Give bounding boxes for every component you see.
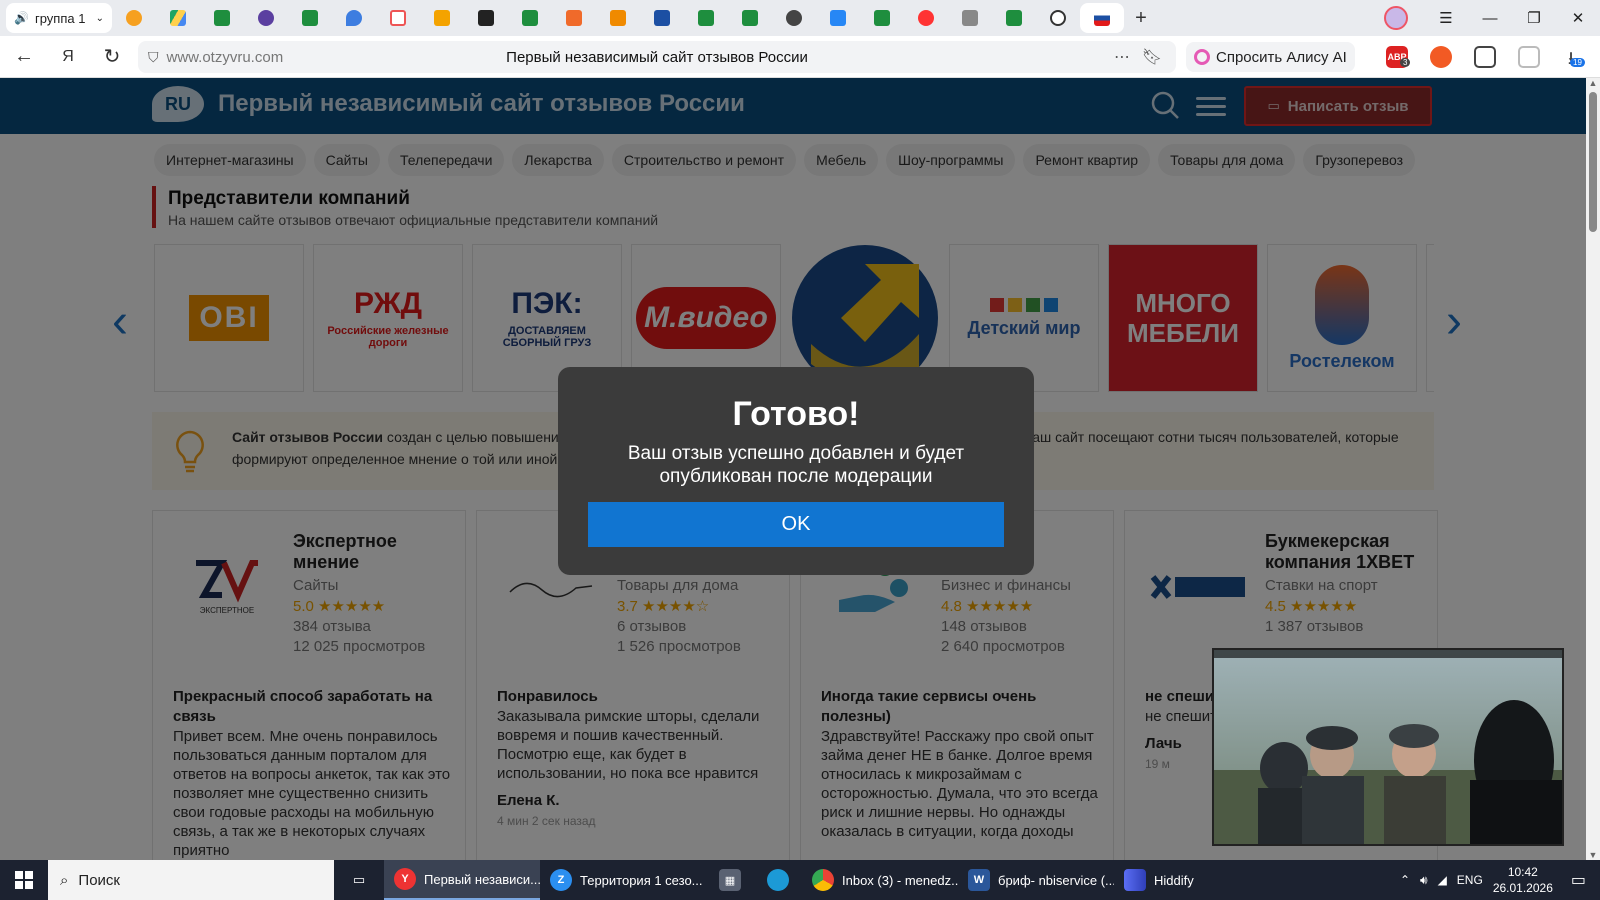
taskbar-search[interactable]: ⌕ Поиск bbox=[48, 860, 334, 900]
chevron-up-icon[interactable]: ⌃ bbox=[1400, 873, 1410, 887]
alice-icon bbox=[1194, 49, 1210, 65]
windows-start-icon[interactable] bbox=[0, 860, 48, 900]
speaker-icon[interactable]: 🔊 bbox=[14, 11, 29, 25]
alice-label: Спросить Алису AI bbox=[1216, 48, 1347, 66]
chrome-icon bbox=[812, 869, 834, 891]
minimize-icon[interactable]: — bbox=[1468, 10, 1512, 27]
taskbar-item-label: Hiddify bbox=[1154, 872, 1194, 888]
tab-strip: 🔊 группа 1 ⌄ + ☰ — ❐ ✕ bbox=[0, 0, 1600, 36]
extension-badge: 3 bbox=[1400, 58, 1411, 67]
menu-icon[interactable]: ☰ bbox=[1424, 9, 1468, 27]
taskbar-item-word[interactable]: W бриф- nbiservice (... bbox=[958, 860, 1114, 900]
tab-favicon[interactable] bbox=[860, 3, 904, 33]
tab-favicon[interactable] bbox=[816, 3, 860, 33]
taskbar-item-label: Inbox (3) - menedz... bbox=[842, 872, 958, 888]
edge-icon[interactable] bbox=[754, 860, 802, 900]
bookmark-icon[interactable]: 🔖︎ bbox=[1142, 47, 1162, 67]
tab-favicon[interactable] bbox=[464, 3, 508, 33]
clock-date: 26.01.2026 bbox=[1492, 881, 1553, 895]
screen: 🔊 группа 1 ⌄ + ☰ — ❐ ✕ ← Я ↻ ⛉ www.otzyv… bbox=[0, 0, 1600, 900]
zona-icon: Z bbox=[550, 869, 572, 891]
tab-favicon[interactable] bbox=[156, 3, 200, 33]
dialog-message: Ваш отзыв успешно добавлен и будет опубл… bbox=[627, 443, 965, 487]
new-tab-button[interactable]: + bbox=[1128, 5, 1154, 31]
back-icon[interactable]: ← bbox=[4, 45, 44, 68]
alice-button[interactable]: Спросить Алису AI bbox=[1186, 42, 1355, 72]
restore-icon[interactable]: ❐ bbox=[1512, 9, 1556, 27]
tab-favicon[interactable] bbox=[948, 3, 992, 33]
tab-favicon[interactable] bbox=[596, 3, 640, 33]
volume-icon[interactable]: 🔊︎ bbox=[1420, 873, 1428, 888]
language-indicator[interactable]: ENG bbox=[1457, 873, 1483, 887]
clock-time: 10:42 bbox=[1507, 865, 1538, 879]
shield-icon[interactable]: ⛉ bbox=[148, 49, 159, 66]
tab-favicon[interactable] bbox=[376, 3, 420, 33]
taskbar-item-zona[interactable]: Z Территория 1 сезо... bbox=[540, 860, 706, 900]
taskbar-search-label: Поиск bbox=[78, 871, 120, 889]
tab-favicon[interactable] bbox=[684, 3, 728, 33]
more-icon[interactable]: ⋯ bbox=[1114, 47, 1130, 67]
tab-group-label: группа 1 bbox=[34, 10, 86, 26]
window-controls: ☰ — ❐ ✕ bbox=[1384, 0, 1600, 36]
calculator-icon[interactable]: ▦ bbox=[706, 860, 754, 900]
page-title: Первый независимый сайт отзывов России bbox=[506, 48, 808, 66]
scroll-up-icon[interactable]: ▲ bbox=[1586, 78, 1600, 88]
tab-favicon[interactable] bbox=[244, 3, 288, 33]
search-icon: ⌕ bbox=[60, 871, 69, 889]
tab-favicon[interactable] bbox=[332, 3, 376, 33]
collections-icon[interactable] bbox=[1474, 46, 1496, 68]
taskbar-item-browser[interactable]: Y Первый независи... bbox=[384, 860, 540, 900]
tab-favicon[interactable] bbox=[1036, 3, 1080, 33]
system-tray: ⌃ 🔊︎ ◢ ENG 10:42 26.01.2026 ▭ bbox=[1400, 860, 1600, 900]
tab-favicon[interactable] bbox=[200, 3, 244, 33]
tab-favicon[interactable] bbox=[728, 3, 772, 33]
tab-favicon[interactable] bbox=[772, 3, 816, 33]
vertical-scrollbar[interactable]: ▲ ▼ bbox=[1586, 78, 1600, 860]
reload-icon[interactable]: ↻ bbox=[92, 44, 132, 69]
scroll-down-icon[interactable]: ▼ bbox=[1586, 850, 1600, 860]
extension-icon[interactable] bbox=[1518, 46, 1540, 68]
taskbar-item-chrome[interactable]: Inbox (3) - menedz... bbox=[802, 860, 958, 900]
address-bar: ← Я ↻ ⛉ www.otzyvru.com Первый независим… bbox=[0, 36, 1600, 78]
success-dialog: Готово! Ваш отзыв успешно добавлен и буд… bbox=[558, 367, 1034, 575]
pip-video[interactable] bbox=[1212, 648, 1564, 846]
tab-favicon[interactable] bbox=[904, 3, 948, 33]
yandex-icon[interactable]: Я bbox=[48, 48, 88, 66]
dialog-title: Готово! bbox=[732, 395, 860, 433]
url-text[interactable]: www.otzyvru.com bbox=[167, 49, 284, 66]
tab-favicon[interactable] bbox=[552, 3, 596, 33]
profile-avatar[interactable] bbox=[1384, 6, 1408, 30]
taskbar-item-label: бриф- nbiservice (... bbox=[998, 872, 1114, 888]
tab-favicon[interactable] bbox=[420, 3, 464, 33]
video-frame bbox=[1214, 650, 1562, 844]
hiddify-icon bbox=[1124, 869, 1146, 891]
download-badge: 19 bbox=[1570, 58, 1585, 67]
tab-favicon[interactable] bbox=[508, 3, 552, 33]
close-icon[interactable]: ✕ bbox=[1556, 9, 1600, 27]
tab-favicon[interactable] bbox=[112, 3, 156, 33]
chevron-down-icon[interactable]: ⌄ bbox=[96, 13, 104, 24]
tab-group-1[interactable]: 🔊 группа 1 ⌄ bbox=[6, 3, 112, 33]
tab-favicon[interactable] bbox=[640, 3, 684, 33]
clock[interactable]: 10:42 26.01.2026 bbox=[1493, 864, 1553, 896]
yandex-browser-icon: Y bbox=[394, 868, 416, 890]
scrollbar-thumb[interactable] bbox=[1589, 92, 1597, 232]
tab-favicon[interactable] bbox=[992, 3, 1036, 33]
ok-button[interactable]: OK bbox=[588, 502, 1004, 547]
taskbar-item-label: Первый независи... bbox=[424, 871, 540, 887]
taskbar-item-label: Территория 1 сезо... bbox=[580, 872, 703, 888]
task-view-icon[interactable]: ▭ bbox=[334, 860, 384, 900]
tab-current[interactable] bbox=[1080, 3, 1124, 33]
extension-icon[interactable] bbox=[1430, 46, 1452, 68]
tab-favicon[interactable] bbox=[288, 3, 332, 33]
word-icon: W bbox=[968, 869, 990, 891]
taskbar-item-hiddify[interactable]: Hiddify bbox=[1114, 860, 1224, 900]
url-box[interactable]: ⛉ www.otzyvru.com Первый независимый сай… bbox=[138, 41, 1176, 73]
notification-icon[interactable]: ▭ bbox=[1571, 870, 1586, 890]
network-icon[interactable]: ◢ bbox=[1438, 873, 1447, 887]
taskbar: ⌕ Поиск ▭ Y Первый независи... Z Террито… bbox=[0, 860, 1600, 900]
